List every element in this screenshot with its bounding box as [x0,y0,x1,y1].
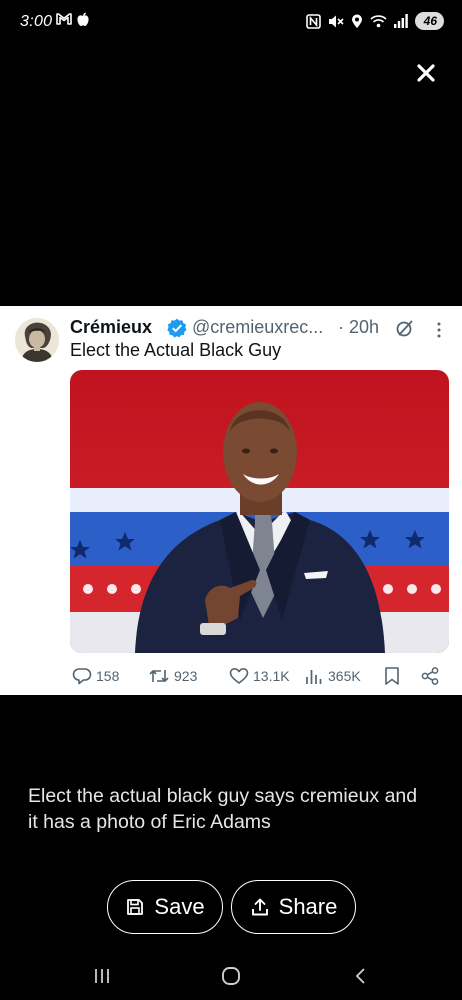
back-button[interactable] [346,964,376,988]
views-count: 365K [328,668,361,684]
recents-button[interactable] [87,964,117,988]
signal-icon [393,14,408,28]
tweet-card[interactable]: Crémieux @cremieuxrec... · 20h Elect the… [0,306,462,695]
like-action[interactable]: 13.1K [229,664,290,688]
like-count: 13.1K [253,668,290,684]
save-button[interactable]: Save [107,880,223,934]
tweet-media-image[interactable] [70,370,449,653]
home-button[interactable] [216,964,246,988]
verified-badge-icon [167,318,187,338]
handle[interactable]: @cremieuxrec... [192,317,323,338]
gmail-icon [56,13,72,25]
mute-icon [328,15,344,27]
bookmark-action[interactable] [383,664,401,688]
recents-icon [95,969,109,983]
share-network-icon [421,667,439,685]
status-time: 3:00 [20,13,53,30]
repost-count: 923 [174,668,198,684]
grok-icon[interactable] [395,319,414,338]
close-icon [417,64,435,82]
save-icon [127,899,144,915]
reply-count: 158 [96,668,120,684]
repost-action[interactable]: 923 [148,664,197,688]
reply-action[interactable]: 158 [72,664,119,688]
wifi-icon [370,15,387,28]
save-label: Save [154,894,205,919]
navigation-bar [0,952,462,1000]
share-upload-icon [251,898,268,916]
tweet-header: Crémieux @cremieuxrec... · 20h [70,315,455,339]
repost-icon [149,670,169,682]
home-icon [222,967,240,985]
apple-icon [77,12,89,26]
tweet-age: 20h [349,317,380,337]
nfc-icon [305,13,321,29]
share-label: Share [278,894,338,919]
image-caption: Elect the actual black guy says cremieux… [28,785,418,833]
separator-dot: · [338,317,344,337]
close-button[interactable] [412,59,440,87]
status-right-icons: 46 [305,12,444,30]
action-bar: 158 923 13.1K 365K [70,664,450,688]
views-action[interactable]: 365K [304,664,361,688]
heart-icon [229,668,249,684]
more-options-icon[interactable] [435,321,443,339]
share-action[interactable] [420,664,440,688]
reply-icon [72,668,92,685]
battery-indicator: 46 [414,12,444,30]
share-button[interactable]: Share [231,880,356,934]
display-name[interactable]: Crémieux [70,317,152,338]
bookmark-icon [385,667,399,685]
avatar[interactable] [15,318,59,362]
tweet-text: Elect the Actual Black Guy [70,340,282,360]
back-icon [356,968,365,984]
location-icon [351,14,362,28]
status-bar: 3:00 46 [0,0,462,44]
status-left-icons [56,12,90,27]
views-icon [306,670,322,684]
